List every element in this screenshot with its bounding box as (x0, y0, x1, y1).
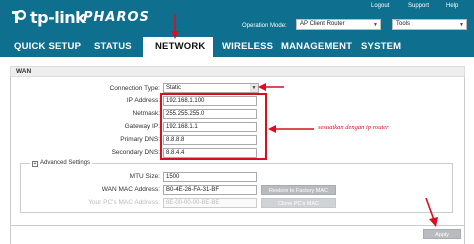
tab-network[interactable]: NETWORK (143, 37, 213, 57)
clone-pc-mac-button[interactable]: Clone PC's MAC (261, 198, 336, 208)
product-name: PHAROS (83, 10, 150, 25)
gateway-ip-label: Gateway IP: (124, 123, 160, 130)
annotation-arrow-network (171, 14, 179, 39)
tab-status[interactable]: STATUS (94, 37, 132, 57)
annotation-text: sesuaikan dengan ip router (318, 124, 389, 131)
wan-section-header: WAN (10, 66, 465, 77)
connection-type-label: Connection Type: (109, 85, 160, 92)
operation-mode-select[interactable]: AP Client Router ▼ (296, 19, 381, 30)
restore-factory-mac-button[interactable]: Restore to Factory MAC (261, 185, 336, 195)
tools-select[interactable]: Tools ▼ (392, 19, 467, 30)
logout-link[interactable]: Logout (371, 3, 389, 9)
annotation-arrow-apply (425, 198, 438, 227)
brand-logo: tp-link PHAROS (10, 7, 150, 29)
tab-quick-setup[interactable]: QUICK SETUP (14, 37, 81, 57)
ip-address-label: IP Address: (126, 97, 160, 104)
wan-mac-label: WAN MAC Address: (101, 186, 160, 193)
section-title: WAN (16, 68, 32, 75)
secondary-dns-label: Secondary DNS: (111, 149, 160, 156)
operation-mode-value: AP Client Router (300, 21, 345, 27)
support-link[interactable]: Support (408, 3, 429, 9)
brand-name: tp-link (30, 8, 86, 27)
form-divider (10, 225, 465, 226)
tab-management[interactable]: MANAGEMENT (281, 37, 352, 57)
apply-button[interactable]: Apply (423, 229, 461, 239)
mtu-size-input[interactable]: 1500 (163, 172, 257, 182)
netmask-label: Netmask: (132, 110, 160, 117)
chevron-down-icon: ▼ (373, 22, 378, 28)
mtu-size-label: MTU Size: (129, 173, 160, 180)
help-link[interactable]: Help (446, 3, 458, 9)
annotation-arrow-ip (268, 125, 314, 133)
connection-type-select[interactable]: Static ▼ (163, 83, 259, 93)
tab-system[interactable]: SYSTEM (361, 37, 401, 57)
advanced-settings-legend[interactable]: + Advanced Settings (30, 160, 93, 167)
header-bar: tp-link PHAROS Logout Support Help Opera… (0, 0, 474, 37)
advanced-settings-label: Advanced Settings (40, 160, 91, 166)
tools-value: Tools (396, 21, 411, 27)
wan-mac-input[interactable]: B0-4E-26-FA-31-BF (163, 185, 257, 195)
chevron-down-icon: ▼ (250, 84, 258, 92)
expand-icon[interactable]: + (32, 161, 38, 167)
primary-dns-label: Primary DNS: (120, 136, 160, 143)
tab-wireless[interactable]: WIRELESS (222, 37, 273, 57)
tp-link-logo-icon (12, 9, 26, 23)
operation-mode-label: Operation Mode: (242, 23, 287, 29)
main-nav: QUICK SETUP STATUS NETWORK WIRELESS MANA… (0, 37, 474, 57)
pc-mac-input: 8E-00-00-00-BE-BE (163, 198, 257, 208)
annotation-arrow-connection (258, 83, 284, 91)
annotation-highlight-box (160, 93, 267, 160)
pc-mac-label: Your PC's MAC Address: (88, 199, 160, 206)
connection-type-value: Static (166, 85, 182, 91)
chevron-down-icon: ▼ (459, 22, 464, 28)
